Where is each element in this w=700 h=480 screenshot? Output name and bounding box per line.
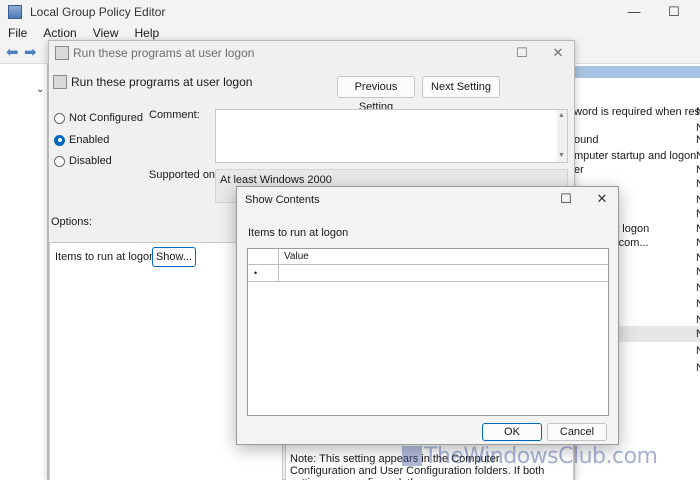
not-configured-radio[interactable]: Not Configured (54, 112, 143, 124)
policy-setting-icon (55, 46, 69, 60)
policy-dialog-title: Run these programs at user logon (73, 46, 255, 60)
list-item[interactable]: ound N (574, 132, 700, 148)
disabled-radio[interactable]: Disabled (54, 155, 112, 167)
show-contents-dialog: Show Contents ☐ ✕ Items to run at logon … (236, 186, 619, 445)
chevron-down-icon[interactable]: ⌄ (36, 84, 44, 95)
next-setting-button[interactable]: Next Setting (422, 76, 500, 98)
scroll-up-icon[interactable]: ▲ (558, 112, 565, 119)
options-label: Options: (51, 216, 92, 228)
policy-dialog-title-bar: Run these programs at user logon ☐ ✕ (49, 41, 574, 65)
supported-on-label: Supported on: (149, 169, 219, 181)
show-contents-title: Show Contents (245, 194, 320, 206)
radio-selected-icon (54, 134, 65, 146)
radio-circle-icon (54, 112, 65, 124)
previous-setting-button[interactable]: Previous Setting (337, 76, 415, 113)
watermark: TheWindowsClub.com (402, 444, 658, 469)
show-contents-label: Items to run at logon (248, 227, 349, 239)
scroll-down-icon[interactable]: ▼ (558, 152, 565, 159)
minimize-button[interactable]: — (614, 0, 654, 24)
policy-heading: Run these programs at user logon (71, 75, 253, 89)
main-title-bar: Local Group Policy Editor — ☐ (0, 0, 700, 24)
grid-corner-cell (248, 249, 279, 265)
value-column-header[interactable]: Value (279, 249, 608, 265)
main-window-title: Local Group Policy Editor (30, 5, 166, 19)
radio-circle-icon (54, 155, 65, 167)
windows-logo-icon (402, 446, 422, 466)
cancel-button[interactable]: Cancel (547, 423, 607, 441)
supported-on-value: At least Windows 2000 (220, 174, 332, 186)
comment-textarea[interactable]: ▲ ▼ (215, 109, 568, 163)
settings-list-header (574, 66, 700, 78)
back-arrow-icon[interactable]: ⬅ (6, 45, 22, 61)
policy-close-button[interactable]: ✕ (543, 44, 573, 62)
show-close-button[interactable]: ✕ (587, 190, 617, 208)
maximize-button[interactable]: ☐ (654, 0, 694, 24)
comment-label: Comment: (149, 109, 200, 121)
enabled-radio[interactable]: Enabled (54, 134, 109, 146)
new-value-cell[interactable] (279, 265, 608, 282)
comment-scrollbar[interactable]: ▲ ▼ (557, 110, 567, 162)
items-grid: Value • (247, 248, 609, 416)
group-policy-app-icon (8, 5, 22, 19)
navigation-tree-pane[interactable]: ⌄ (0, 64, 48, 480)
ok-button[interactable]: OK (482, 423, 542, 441)
policy-heading-icon (53, 75, 67, 89)
new-row-marker[interactable]: • (248, 265, 279, 282)
items-to-run-label: Items to run at logon (55, 251, 156, 263)
list-item[interactable]: word is required when resu...N (574, 104, 700, 120)
show-maximize-button[interactable]: ☐ (551, 190, 581, 208)
forward-arrow-icon[interactable]: ➡ (24, 45, 40, 61)
menu-file[interactable]: File (0, 24, 35, 42)
show-button[interactable]: Show... (152, 247, 196, 267)
policy-maximize-button[interactable]: ☐ (507, 44, 537, 62)
